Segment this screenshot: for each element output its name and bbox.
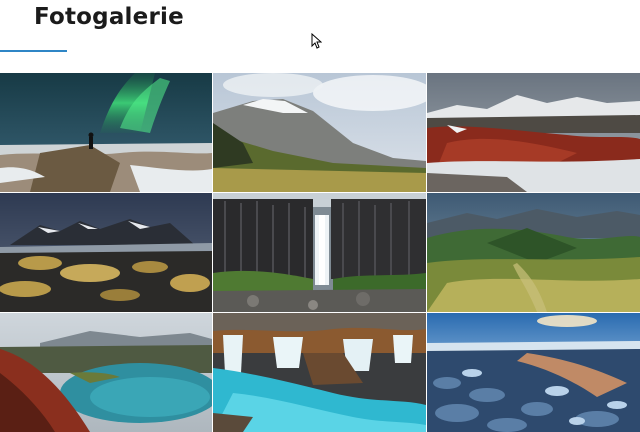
photo-turquoise-cascades-image bbox=[213, 313, 426, 432]
gallery-photo-mountain-ridge[interactable] bbox=[213, 73, 426, 192]
gallery-photo-crater-lake[interactable] bbox=[0, 313, 212, 432]
gallery-photo-basalt-waterfall[interactable] bbox=[213, 193, 426, 312]
gallery-photo-aurora[interactable] bbox=[0, 73, 212, 192]
photo-aurora-image bbox=[0, 73, 212, 192]
photo-mountain-ridge-image bbox=[213, 73, 426, 192]
mouse-cursor-icon bbox=[311, 33, 322, 49]
gallery-photo-glacier-lagoon[interactable] bbox=[427, 313, 640, 432]
page-title: Fotogalerie bbox=[34, 4, 184, 30]
title-underline bbox=[0, 50, 67, 52]
gallery-photo-black-beach[interactable] bbox=[0, 193, 212, 312]
photo-black-beach-image bbox=[0, 193, 212, 312]
photo-crater-lake-image bbox=[0, 313, 212, 432]
photo-basalt-waterfall-image bbox=[213, 193, 426, 312]
gallery-photo-turquoise-cascades[interactable] bbox=[213, 313, 426, 432]
gallery-photo-green-highlands[interactable] bbox=[427, 193, 640, 312]
photo-red-lava-field-image bbox=[427, 73, 640, 192]
photo-glacier-lagoon-image bbox=[427, 313, 640, 432]
photo-gallery bbox=[0, 73, 640, 432]
gallery-photo-red-lava-field[interactable] bbox=[427, 73, 640, 192]
photo-green-highlands-image bbox=[427, 193, 640, 312]
